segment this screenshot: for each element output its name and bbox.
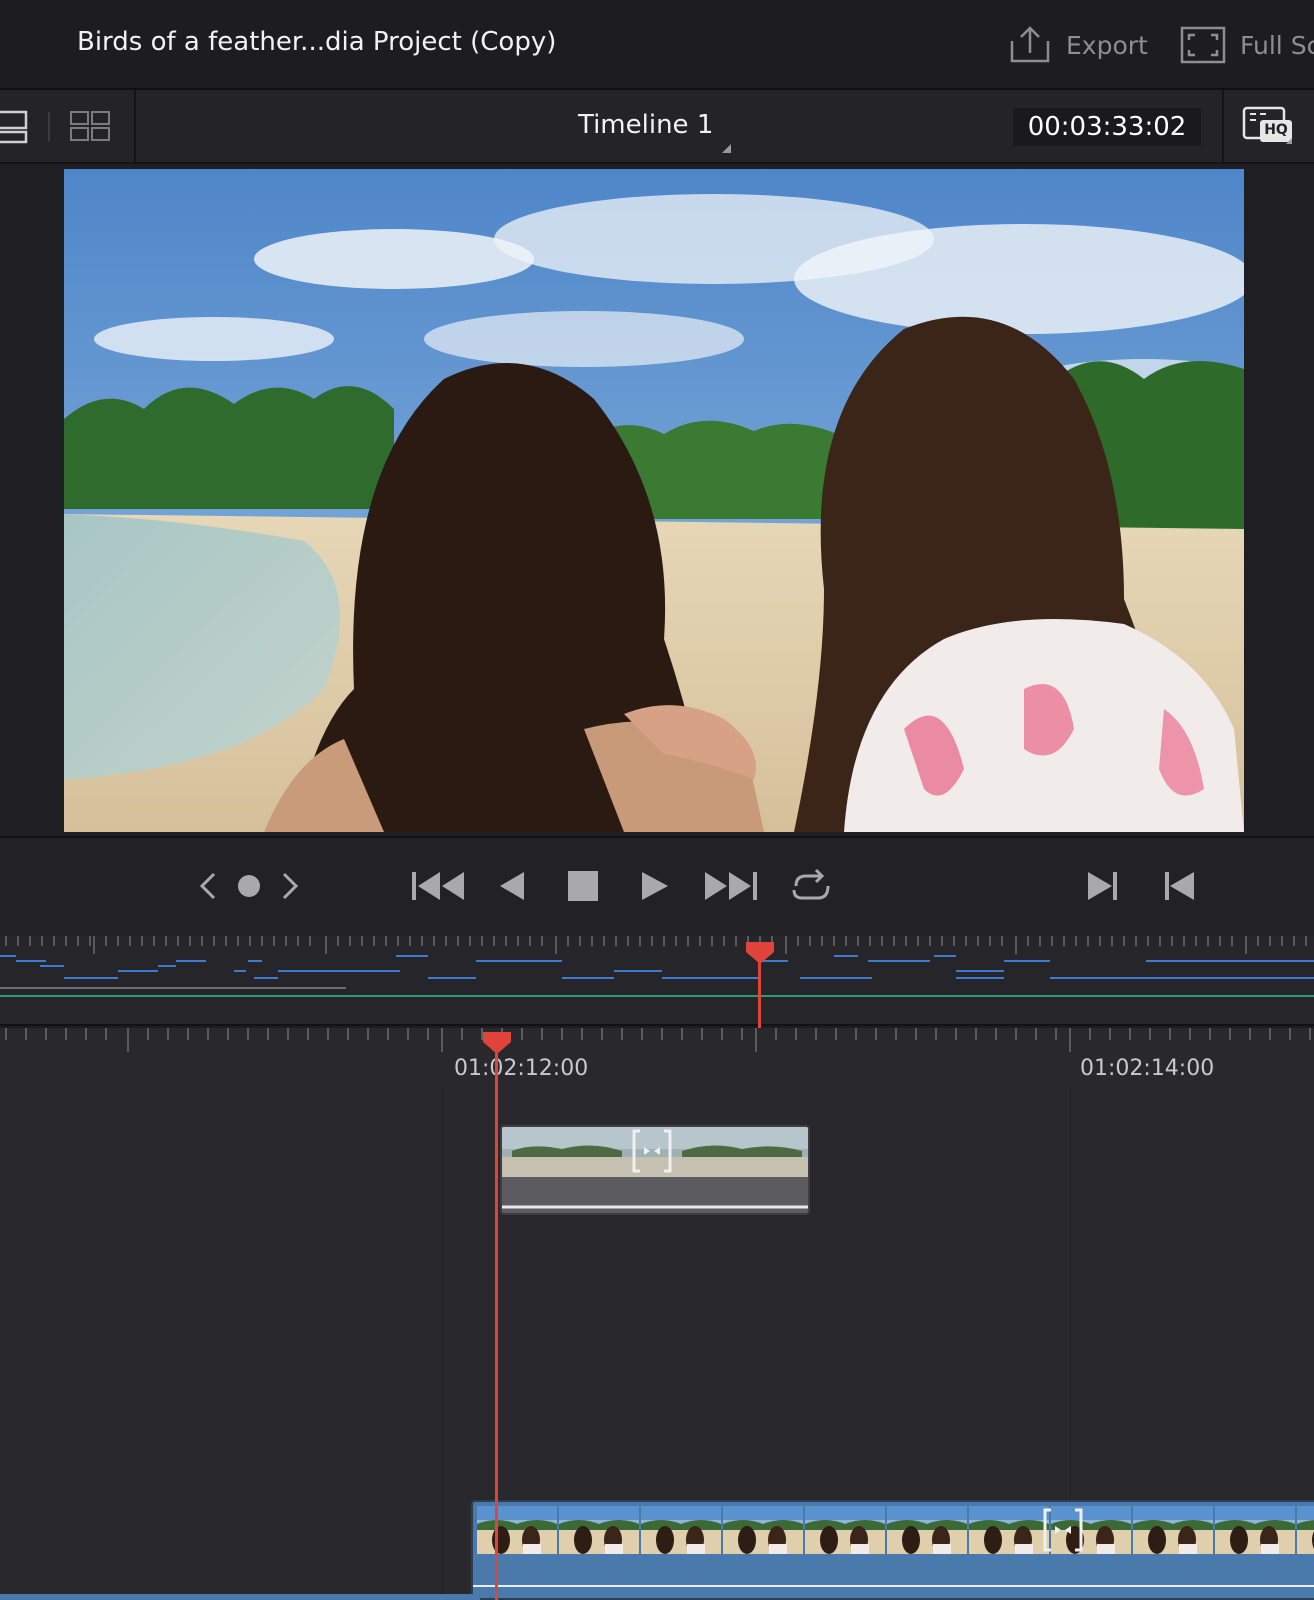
export-button[interactable]: Export xyxy=(1008,24,1148,66)
ruler-label-14s: 01:02:14:00 xyxy=(1080,1056,1215,1081)
project-title: Birds of a feather...dia Project (Copy) xyxy=(77,27,557,57)
grid-layout-icon[interactable] xyxy=(70,110,110,142)
overview-timeline[interactable] xyxy=(0,936,1314,1028)
fullscreen-button[interactable]: Full Sc xyxy=(1180,24,1314,66)
overview-playhead-handle-icon[interactable] xyxy=(744,940,776,964)
export-icon xyxy=(1010,26,1050,63)
separator xyxy=(48,112,50,142)
lower-track-strip xyxy=(0,1594,480,1600)
playback-quality-button[interactable]: HQ xyxy=(1242,106,1294,146)
timeline-name[interactable]: Timeline 1 xyxy=(578,110,713,140)
stop-icon[interactable] xyxy=(567,868,599,904)
go-to-end-icon[interactable] xyxy=(703,868,759,904)
playhead-handle-icon[interactable] xyxy=(481,1030,513,1054)
timeline-clip-upper[interactable] xyxy=(500,1125,810,1215)
previous-clip-icon[interactable] xyxy=(1162,868,1196,904)
fullscreen-icon xyxy=(1180,26,1226,64)
export-label: Export xyxy=(1066,30,1148,60)
title-bar: Birds of a feather...dia Project (Copy) … xyxy=(0,0,1314,90)
ruler-label-12s: 01:02:12:00 xyxy=(454,1056,589,1081)
marker-dot-icon[interactable] xyxy=(236,868,262,904)
overview-ruler xyxy=(0,936,1314,997)
next-marker-icon[interactable] xyxy=(280,868,300,904)
transport-controls xyxy=(0,836,1314,936)
timecode-display: 00:03:33:02 xyxy=(1013,108,1201,146)
previous-marker-icon[interactable] xyxy=(198,868,218,904)
separator xyxy=(134,90,136,164)
hq-label: HQ xyxy=(1264,122,1288,138)
video-frame[interactable] xyxy=(64,169,1244,832)
timeline-playhead[interactable] xyxy=(495,1040,498,1600)
next-clip-icon[interactable] xyxy=(1086,868,1120,904)
timeline-clip-video[interactable] xyxy=(471,1500,1314,1600)
clip-link-icon[interactable] xyxy=(1041,1508,1085,1552)
timeline-dropdown-caret-icon[interactable] xyxy=(722,144,731,153)
go-to-start-icon[interactable] xyxy=(410,868,466,904)
loop-icon[interactable] xyxy=(788,868,836,904)
viewer-area xyxy=(0,164,1314,836)
viewer-header: Timeline 1 00:03:33:02 HQ xyxy=(0,90,1314,164)
beach-scene-image xyxy=(64,169,1244,832)
play-reverse-icon[interactable] xyxy=(496,868,526,904)
separator xyxy=(1222,90,1224,164)
fullscreen-label: Full Sc xyxy=(1240,30,1314,60)
clip-filmstrip xyxy=(473,1502,1314,1598)
single-viewer-layout-icon[interactable] xyxy=(0,108,30,146)
play-icon[interactable] xyxy=(640,868,670,904)
gridline xyxy=(442,1088,443,1600)
clip-link-icon[interactable] xyxy=(630,1129,674,1173)
